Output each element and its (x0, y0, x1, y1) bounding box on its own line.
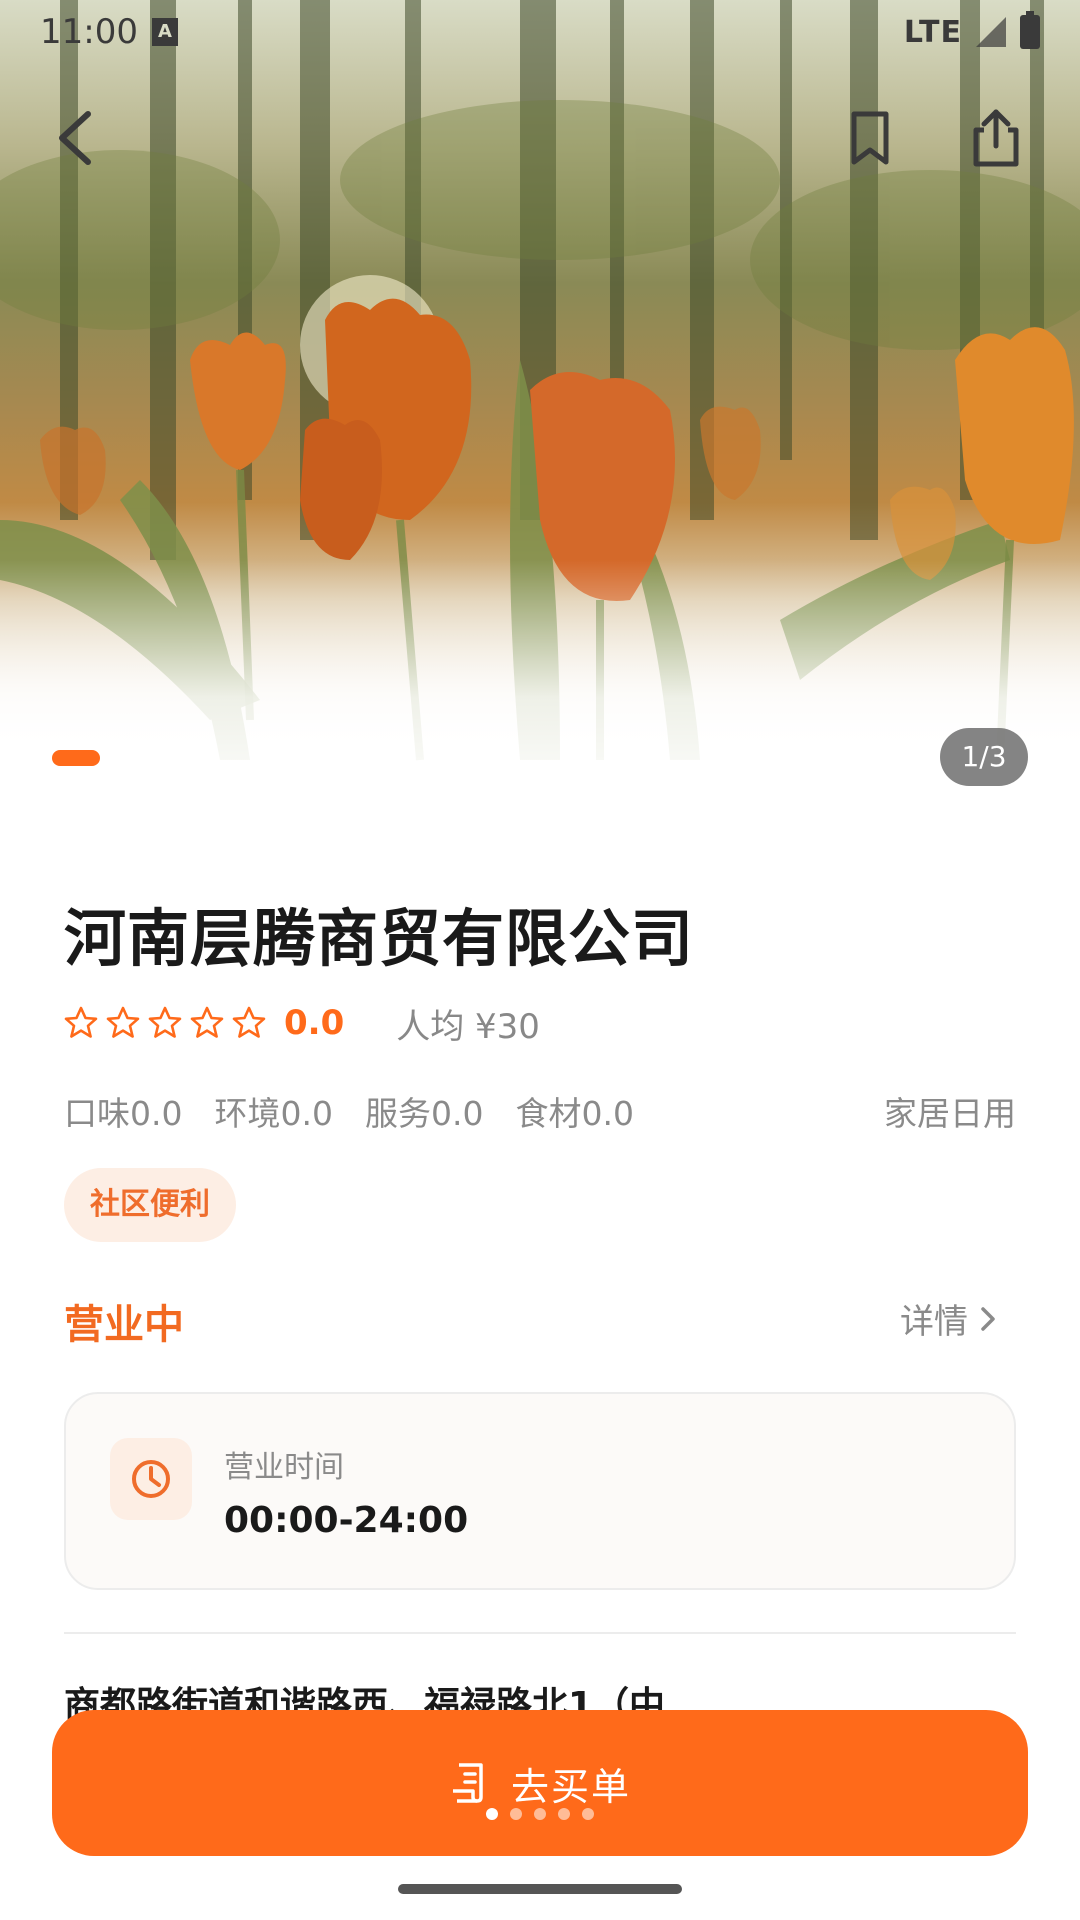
star-rating (64, 1006, 274, 1040)
receipt-icon (452, 1763, 483, 1803)
chevron-right-icon (981, 1306, 995, 1331)
star-icon (190, 1006, 224, 1038)
back-button[interactable] (34, 98, 114, 178)
bookmark-button[interactable] (830, 98, 910, 178)
status-time: 11:00 (40, 12, 138, 52)
sub-scores-row: 口味0.0 环境0.0 服务0.0 食材0.0 家居日用 (64, 1086, 1016, 1136)
cta-pager-dots (52, 1808, 1028, 1820)
store-tag: 社区便利 (64, 1168, 236, 1242)
star-icon (148, 1006, 182, 1038)
business-hours-label: 营业时间 (224, 1450, 344, 1485)
clock-icon-box (110, 1438, 192, 1520)
pay-bill-button[interactable]: 去买单 (52, 1710, 1028, 1856)
store-detail-screen: 11:00 A LTE 1/3 河南层腾商贸有限公司 0.0 人均 ¥30 口味… (0, 0, 1080, 1920)
store-photo-carousel[interactable] (0, 0, 1080, 810)
share-icon (973, 109, 1019, 167)
score-service: 服务0.0 (364, 1094, 484, 1133)
chevron-left-icon (59, 111, 91, 165)
battery-icon (1020, 11, 1040, 49)
sim-notification-icon: A (151, 18, 178, 46)
rating-row: 0.0 人均 ¥30 (64, 1000, 540, 1047)
score-taste: 口味0.0 (64, 1094, 183, 1133)
status-left: 11:00 A (40, 12, 178, 52)
store-category: 家居日用 (884, 1094, 1016, 1133)
clock-icon (132, 1460, 170, 1498)
pager-dot (582, 1808, 594, 1820)
bookmark-icon (851, 111, 889, 165)
photo-page-counter: 1/3 (940, 728, 1028, 786)
section-divider (64, 1632, 1016, 1634)
store-name: 河南层腾商贸有限公司 (64, 902, 695, 975)
star-icon (64, 1006, 98, 1038)
signal-icon (976, 17, 1006, 47)
pager-dot (534, 1808, 546, 1820)
details-link[interactable]: 详情 (900, 1294, 996, 1343)
average-price: 人均 ¥30 (396, 1006, 540, 1047)
status-right: LTE (903, 11, 1040, 50)
star-icon (232, 1006, 266, 1038)
network-type: LTE (903, 14, 962, 50)
pager-dot (510, 1808, 522, 1820)
business-hours-value: 00:00-24:00 (224, 1500, 469, 1541)
open-status: 营业中 (64, 1302, 184, 1348)
hero-fade-overlay (0, 560, 1080, 810)
details-link-label: 详情 (900, 1302, 968, 1342)
score-environment: 环境0.0 (214, 1094, 333, 1133)
star-icon (106, 1006, 140, 1038)
business-hours-card: 营业时间 00:00-24:00 (64, 1392, 1016, 1590)
pager-dot (486, 1808, 498, 1820)
share-button[interactable] (956, 98, 1036, 178)
rating-score: 0.0 (284, 1003, 345, 1043)
home-indicator[interactable] (398, 1884, 682, 1894)
status-bar: 11:00 A LTE (0, 0, 1080, 64)
pay-bill-label: 去买单 (510, 1764, 631, 1809)
score-ingredients: 食材0.0 (515, 1094, 634, 1133)
pager-dot (558, 1808, 570, 1820)
carousel-active-indicator (52, 750, 100, 766)
